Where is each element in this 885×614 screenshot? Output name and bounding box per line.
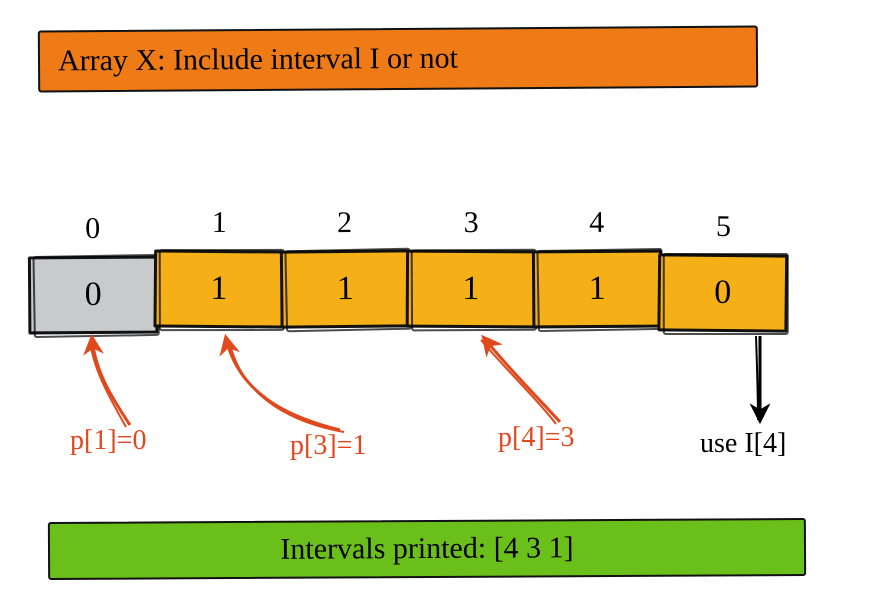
cell-value: 1	[153, 249, 284, 328]
use-interval-label: use I[4]	[700, 428, 786, 460]
index-label: 3	[464, 206, 479, 244]
cell-2: 2 1	[279, 205, 410, 328]
footer-text: Intervals printed: [4 3 1]	[280, 531, 573, 566]
index-label: 4	[589, 206, 604, 244]
cell-3: 3 1	[406, 206, 537, 329]
cell-0: 0 0	[28, 212, 159, 335]
index-label: 5	[716, 210, 731, 248]
index-label: 2	[337, 206, 352, 244]
cell-4: 4 1	[532, 206, 663, 329]
arrow-p1-icon	[92, 338, 130, 425]
cell-value: 0	[657, 253, 788, 332]
pointer-p3: p[3]=1	[290, 430, 366, 462]
pointer-p4: p[4]=3	[498, 422, 574, 454]
array-row: 0 0 1 1 2 1 3 1 4 1 5 0	[30, 206, 786, 328]
cell-value: 1	[532, 250, 663, 329]
cell-1: 1 1	[153, 205, 284, 328]
cell-value: 0	[28, 256, 159, 335]
arrow-p4-icon	[484, 338, 560, 422]
title-text: Array X: Include interval I or not	[58, 42, 458, 78]
cell-value: 1	[406, 250, 536, 329]
title-bar: Array X: Include interval I or not	[38, 25, 758, 92]
footer-bar: Intervals printed: [4 3 1]	[48, 518, 806, 580]
cell-value: 1	[280, 249, 411, 328]
arrow-p3-icon	[226, 338, 340, 430]
cell-5: 5 0	[657, 209, 788, 332]
pointer-p1: p[1]=0	[70, 425, 146, 457]
index-label: 1	[212, 206, 227, 244]
index-label: 0	[85, 212, 100, 250]
